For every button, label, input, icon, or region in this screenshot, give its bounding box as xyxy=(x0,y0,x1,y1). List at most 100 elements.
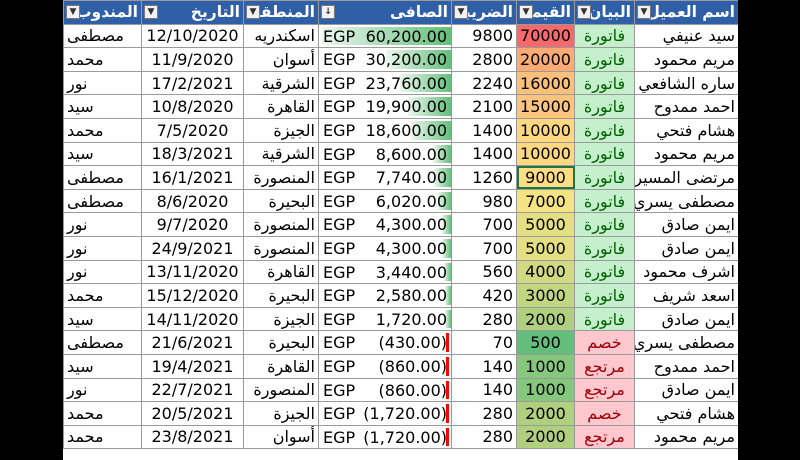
rep-cell[interactable]: مصطفى xyxy=(63,330,142,355)
type-cell[interactable]: فاتورة xyxy=(574,235,635,261)
value-cell[interactable]: 500 xyxy=(516,330,575,355)
rep-cell[interactable]: مصطفى xyxy=(63,188,142,214)
value-cell[interactable]: 4000 xyxy=(516,259,575,285)
customer-cell[interactable]: اسعد شريف xyxy=(634,283,738,308)
region-cell[interactable]: القاهرة xyxy=(243,94,319,119)
dropdown-arrow-icon[interactable]: ▼ xyxy=(66,5,80,19)
customer-cell[interactable]: ايمن صادق xyxy=(634,212,738,237)
dropdown-arrow-icon[interactable]: ▼ xyxy=(454,5,468,19)
net-cell[interactable]: EGP (860.00) xyxy=(318,377,452,403)
date-cell[interactable]: 14/11/2020 xyxy=(141,306,244,332)
net-cell[interactable]: EGP 23,760.00 xyxy=(318,70,452,96)
date-cell[interactable]: 12/10/2020 xyxy=(141,23,244,49)
value-cell[interactable]: 3000 xyxy=(516,283,575,308)
tax-cell[interactable]: 1400 xyxy=(451,141,517,167)
date-cell[interactable]: 24/9/2021 xyxy=(141,235,244,261)
customer-cell[interactable]: ايمن صادق xyxy=(634,235,738,261)
type-cell[interactable]: فاتورة xyxy=(574,47,635,72)
net-cell[interactable]: EGP 2,580.00 xyxy=(318,283,452,308)
net-cell[interactable]: EGP 6,020.00 xyxy=(318,188,452,214)
net-cell[interactable]: EGP 30,200.00 xyxy=(318,47,452,72)
value-cell[interactable]: 20000 xyxy=(516,47,575,72)
tax-cell[interactable]: 560 xyxy=(451,259,517,285)
type-cell[interactable]: فاتورة xyxy=(574,165,635,190)
sort-descending-icon[interactable]: ↓ xyxy=(321,5,335,19)
date-cell[interactable]: 18/3/2021 xyxy=(141,141,244,167)
region-cell[interactable]: اسكندريه xyxy=(243,23,319,49)
rep-cell[interactable]: نور xyxy=(63,377,142,403)
tax-cell[interactable]: 1260 xyxy=(451,165,517,190)
rep-cell[interactable]: سيد xyxy=(63,141,142,167)
customer-cell[interactable]: هشام فتحي xyxy=(634,401,738,426)
tax-cell[interactable]: 280 xyxy=(451,401,517,426)
region-cell[interactable]: القاهرة xyxy=(243,259,319,285)
type-cell[interactable]: خصم xyxy=(574,330,635,355)
type-cell[interactable]: فاتورة xyxy=(574,259,635,285)
type-cell[interactable]: فاتورة xyxy=(574,188,635,214)
tax-cell[interactable]: 420 xyxy=(451,283,517,308)
customer-cell[interactable]: اشرف محمود xyxy=(634,259,738,285)
region-cell[interactable]: الشرقية xyxy=(243,70,319,96)
rep-cell[interactable]: محمد xyxy=(63,401,142,426)
type-cell[interactable]: فاتورة xyxy=(574,283,635,308)
region-cell[interactable]: المنصورة xyxy=(243,377,319,403)
net-cell[interactable]: EGP 1,720.00 xyxy=(318,306,452,332)
customer-cell[interactable]: مصطفى يسري xyxy=(634,188,738,214)
customer-cell[interactable]: ايمن صادق xyxy=(634,377,738,403)
region-cell[interactable]: الجيزة xyxy=(243,401,319,426)
customer-cell[interactable]: مريم محمود xyxy=(634,141,738,167)
date-cell[interactable]: 7/5/2020 xyxy=(141,117,244,143)
value-cell[interactable]: 9000 xyxy=(516,165,575,190)
region-cell[interactable]: الشرقية xyxy=(243,141,319,167)
rep-cell[interactable]: سيد xyxy=(63,94,142,119)
date-cell[interactable]: 8/6/2020 xyxy=(141,188,244,214)
value-cell[interactable]: 2000 xyxy=(516,401,575,426)
date-cell[interactable]: 11/9/2020 xyxy=(141,47,244,72)
value-cell[interactable]: 2000 xyxy=(516,424,575,450)
tax-cell[interactable]: 9800 xyxy=(451,23,517,49)
net-cell[interactable]: EGP (430.00) xyxy=(318,330,452,355)
rep-cell[interactable]: مصطفى xyxy=(63,23,142,49)
net-cell[interactable]: EGP (860.00) xyxy=(318,353,452,379)
value-cell[interactable]: 10000 xyxy=(516,117,575,143)
net-cell[interactable]: EGP 3,440.00 xyxy=(318,259,452,285)
region-cell[interactable]: القاهرة xyxy=(243,353,319,379)
value-cell[interactable]: 1000 xyxy=(516,377,575,403)
type-cell[interactable]: فاتورة xyxy=(574,141,635,167)
customer-cell[interactable]: مريم محمود xyxy=(634,424,738,450)
dropdown-arrow-icon[interactable]: ▼ xyxy=(144,5,158,19)
region-cell[interactable]: البحيرة xyxy=(243,330,319,355)
date-cell[interactable]: 15/12/2020 xyxy=(141,283,244,308)
region-cell[interactable]: البحيرة xyxy=(243,188,319,214)
tax-cell[interactable]: 700 xyxy=(451,235,517,261)
rep-cell[interactable]: محمد xyxy=(63,117,142,143)
customer-cell[interactable]: هشام فتحي xyxy=(634,117,738,143)
rep-cell[interactable]: نور xyxy=(63,259,142,285)
tax-cell[interactable]: 70 xyxy=(451,330,517,355)
date-cell[interactable]: 20/5/2021 xyxy=(141,401,244,426)
type-cell[interactable]: فاتورة xyxy=(574,212,635,237)
type-cell[interactable]: فاتورة xyxy=(574,94,635,119)
value-cell[interactable]: 5000 xyxy=(516,212,575,237)
date-cell[interactable]: 19/4/2021 xyxy=(141,353,244,379)
tax-cell[interactable]: 980 xyxy=(451,188,517,214)
value-cell[interactable]: 5000 xyxy=(516,235,575,261)
type-cell[interactable]: فاتورة xyxy=(574,306,635,332)
customer-cell[interactable]: ساره الشافعي xyxy=(634,70,738,96)
type-cell[interactable]: مرتجع xyxy=(574,424,635,450)
region-cell[interactable]: أسوان xyxy=(243,424,319,450)
type-cell[interactable]: فاتورة xyxy=(574,70,635,96)
tax-cell[interactable]: 140 xyxy=(451,353,517,379)
customer-cell[interactable]: احمد ممدوح xyxy=(634,353,738,379)
net-cell[interactable]: EGP 4,300.00 xyxy=(318,212,452,237)
net-cell[interactable]: EGP 19,900.00 xyxy=(318,94,452,119)
type-cell[interactable]: مرتجع xyxy=(574,377,635,403)
date-cell[interactable]: 22/7/2021 xyxy=(141,377,244,403)
date-cell[interactable]: 10/8/2020 xyxy=(141,94,244,119)
date-cell[interactable]: 13/11/2020 xyxy=(141,259,244,285)
rep-cell[interactable]: مصطفى xyxy=(63,165,142,190)
customer-cell[interactable]: ايمن صادق xyxy=(634,306,738,332)
type-cell[interactable]: فاتورة xyxy=(574,117,635,143)
region-cell[interactable]: المنصورة xyxy=(243,235,319,261)
date-cell[interactable]: 9/7/2020 xyxy=(141,212,244,237)
